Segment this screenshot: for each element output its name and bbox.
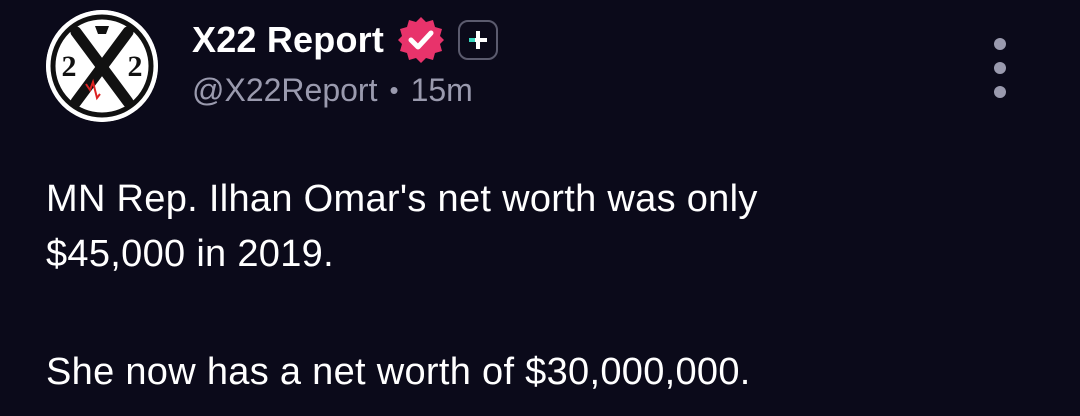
meta-separator: • <box>389 75 399 105</box>
avatar[interactable]: 2 2 <box>46 10 158 122</box>
author-name-row: X22 Report <box>192 15 499 65</box>
more-vertical-icon-dot <box>994 38 1006 50</box>
post: 2 2 X22 Report @X22Report • 15m MN Rep. … <box>0 0 1080 416</box>
author-display-name[interactable]: X22 Report <box>192 19 384 61</box>
more-options-button[interactable] <box>984 38 1016 98</box>
post-paragraph-1-line-2: $45,000 in 2019. <box>46 233 334 275</box>
plus-icon <box>469 31 488 49</box>
x22-logo-icon: 2 2 <box>46 10 158 122</box>
more-vertical-icon-dot <box>994 62 1006 74</box>
post-text: MN Rep. Ilhan Omar's net worth was only … <box>46 172 1046 400</box>
more-vertical-icon-dot <box>994 86 1006 98</box>
post-paragraph-2: She now has a net worth of $30,000,000. <box>46 351 751 393</box>
verified-badge-icon <box>396 15 446 65</box>
follow-button[interactable] <box>458 20 499 60</box>
avatar-digit-right: 2 <box>128 50 143 83</box>
avatar-digit-left: 2 <box>62 50 77 83</box>
post-timestamp[interactable]: 15m <box>411 72 473 109</box>
post-paragraph-1-line-1: MN Rep. Ilhan Omar's net worth was only <box>46 178 758 220</box>
author-meta: @X22Report • 15m <box>192 72 473 109</box>
author-handle[interactable]: @X22Report <box>192 72 377 109</box>
